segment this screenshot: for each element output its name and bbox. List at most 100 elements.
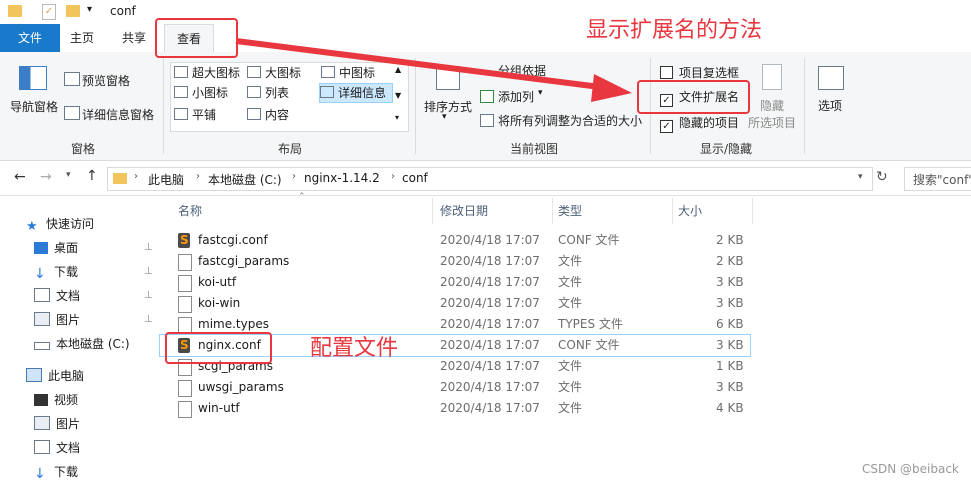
search-box[interactable]: 搜索"conf" — [904, 167, 971, 191]
column-header-type[interactable]: 类型 — [558, 198, 582, 224]
nav-item-pictures[interactable]: 图片 — [34, 310, 80, 330]
nav-item-downloads[interactable]: ↓ 下载 — [34, 262, 78, 282]
cell-name: uwsgi_params — [198, 380, 284, 394]
cell-size: 6 KB — [716, 317, 744, 331]
address-dropdown-icon[interactable]: ▾ — [858, 172, 863, 182]
cell-date: 2020/4/18 17:07 — [440, 401, 540, 415]
nav-item-downloads-pc[interactable]: ↓ 下载 — [34, 462, 78, 482]
breadcrumb-nginx[interactable]: nginx-1.14.2 — [304, 171, 380, 185]
document-icon — [34, 440, 50, 454]
navigation-pane: ★ 快速访问 桌面 ↓ 下载 文档 图片 本地磁盘 (C:) ⊥ ⊥ ⊥ ⊥ 此电脑… — [0, 196, 160, 486]
cell-size: 2 KB — [716, 254, 744, 268]
address-box[interactable]: › 此电脑 › 本地磁盘 (C:) › nginx-1.14.2 › conf … — [107, 167, 873, 191]
computer-icon — [26, 368, 42, 382]
cell-date: 2020/4/18 17:07 — [440, 317, 540, 331]
nav-item-documents[interactable]: 文档 — [34, 286, 80, 306]
table-row[interactable]: uwsgi_params 2020/4/18 17:07 文件 3 KB — [160, 377, 750, 398]
cell-name: win-utf — [198, 401, 240, 415]
cell-size: 3 KB — [716, 275, 744, 289]
cell-name: koi-utf — [198, 275, 237, 289]
cell-type: 文件 — [558, 380, 583, 394]
file-icon — [178, 296, 192, 313]
drive-icon — [34, 342, 50, 350]
file-icon — [178, 254, 192, 271]
column-divider[interactable] — [432, 198, 433, 224]
column-divider[interactable] — [752, 198, 753, 224]
cell-type: TYPES 文件 — [558, 317, 623, 331]
nav-label: 下载 — [54, 465, 79, 479]
picture-icon — [34, 416, 50, 430]
cell-type: 文件 — [558, 296, 583, 310]
recent-dropdown-icon[interactable]: ▾ — [66, 170, 71, 180]
chevron-right-icon: › — [391, 171, 395, 182]
file-list: ⌃ 名称 修改日期 类型 大小 Sfastcgi.conf 2020/4/18 1… — [159, 192, 971, 486]
nav-item-desktop[interactable]: 桌面 — [34, 238, 78, 258]
cell-date: 2020/4/18 17:07 — [440, 296, 540, 310]
cell-type: 文件 — [558, 254, 583, 268]
folder-icon — [113, 173, 127, 184]
cell-type: CONF 文件 — [558, 233, 620, 247]
document-icon — [34, 288, 50, 302]
cell-date: 2020/4/18 17:07 — [440, 359, 540, 373]
download-icon: ↓ — [34, 466, 46, 482]
pin-icon: ⊥ — [144, 314, 153, 325]
sublime-icon: S — [178, 233, 190, 248]
cell-size: 4 KB — [716, 401, 744, 415]
cell-type: CONF 文件 — [558, 338, 620, 352]
watermark: CSDN @beiback — [862, 462, 959, 476]
file-icon — [178, 401, 192, 418]
table-row[interactable]: fastcgi_params 2020/4/18 17:07 文件 2 KB — [160, 251, 750, 272]
download-icon: ↓ — [34, 266, 46, 282]
up-icon[interactable]: ↑ — [86, 168, 98, 184]
file-icon — [178, 380, 192, 397]
nav-item-documents-pc[interactable]: 文档 — [34, 438, 80, 458]
breadcrumb-this-pc[interactable]: 此电脑 — [148, 171, 184, 188]
column-header-date[interactable]: 修改日期 — [440, 198, 488, 224]
config-annotation: 配置文件 — [310, 336, 399, 361]
column-divider[interactable] — [552, 198, 553, 224]
nav-label: 下载 — [54, 265, 79, 279]
sort-indicator-icon: ⌃ — [298, 192, 306, 202]
breadcrumb-local-disk[interactable]: 本地磁盘 (C:) — [208, 171, 282, 188]
pin-icon: ⊥ — [144, 290, 153, 301]
nav-item-videos[interactable]: 视频 — [34, 390, 78, 410]
nav-label: 此电脑 — [48, 369, 85, 383]
cell-name: koi-win — [198, 296, 241, 310]
arrow-shaft — [235, 38, 601, 90]
nav-item-pictures-pc[interactable]: 图片 — [34, 414, 80, 434]
cell-name: fastcgi_params — [198, 254, 290, 268]
picture-icon — [34, 312, 50, 326]
chevron-right-icon: › — [196, 171, 200, 182]
nav-quick-access[interactable]: ★ 快速访问 — [26, 214, 94, 234]
table-row[interactable]: koi-win 2020/4/18 17:07 文件 3 KB — [160, 293, 750, 314]
nav-label: 文档 — [56, 441, 81, 455]
table-row[interactable]: koi-utf 2020/4/18 17:07 文件 3 KB — [160, 272, 750, 293]
breadcrumb-conf[interactable]: conf — [402, 171, 428, 185]
nav-label: 快速访问 — [46, 217, 95, 231]
nav-label: 文档 — [56, 289, 81, 303]
column-header-name[interactable]: 名称 — [178, 198, 202, 224]
chevron-right-icon: › — [292, 171, 296, 182]
cell-size: 3 KB — [716, 296, 744, 310]
chevron-right-icon: › — [134, 171, 138, 182]
nav-label: 桌面 — [54, 241, 79, 255]
refresh-icon[interactable]: ↻ — [876, 169, 888, 185]
file-icon — [178, 275, 192, 292]
nav-label: 本地磁盘 (C:) — [56, 337, 130, 351]
cell-type: 文件 — [558, 359, 583, 373]
pin-icon: ⊥ — [144, 266, 153, 277]
column-header-size[interactable]: 大小 — [678, 198, 702, 224]
table-row[interactable]: win-utf 2020/4/18 17:07 文件 4 KB — [160, 398, 750, 419]
cell-date: 2020/4/18 17:07 — [440, 338, 540, 352]
table-row[interactable]: Sfastcgi.conf 2020/4/18 17:07 CONF 文件 2 KB — [160, 230, 750, 251]
search-input[interactable]: 搜索"conf" — [913, 171, 971, 188]
video-icon — [34, 394, 48, 406]
nav-item-local-disk[interactable]: 本地磁盘 (C:) — [34, 334, 130, 354]
nav-this-pc[interactable]: 此电脑 — [26, 366, 84, 386]
back-icon[interactable]: ← — [14, 169, 26, 185]
column-divider[interactable] — [672, 198, 673, 224]
forward-icon[interactable]: → — [40, 169, 52, 185]
cell-size: 3 KB — [716, 338, 744, 352]
arrow-head — [591, 74, 632, 102]
cell-type: 文件 — [558, 401, 583, 415]
